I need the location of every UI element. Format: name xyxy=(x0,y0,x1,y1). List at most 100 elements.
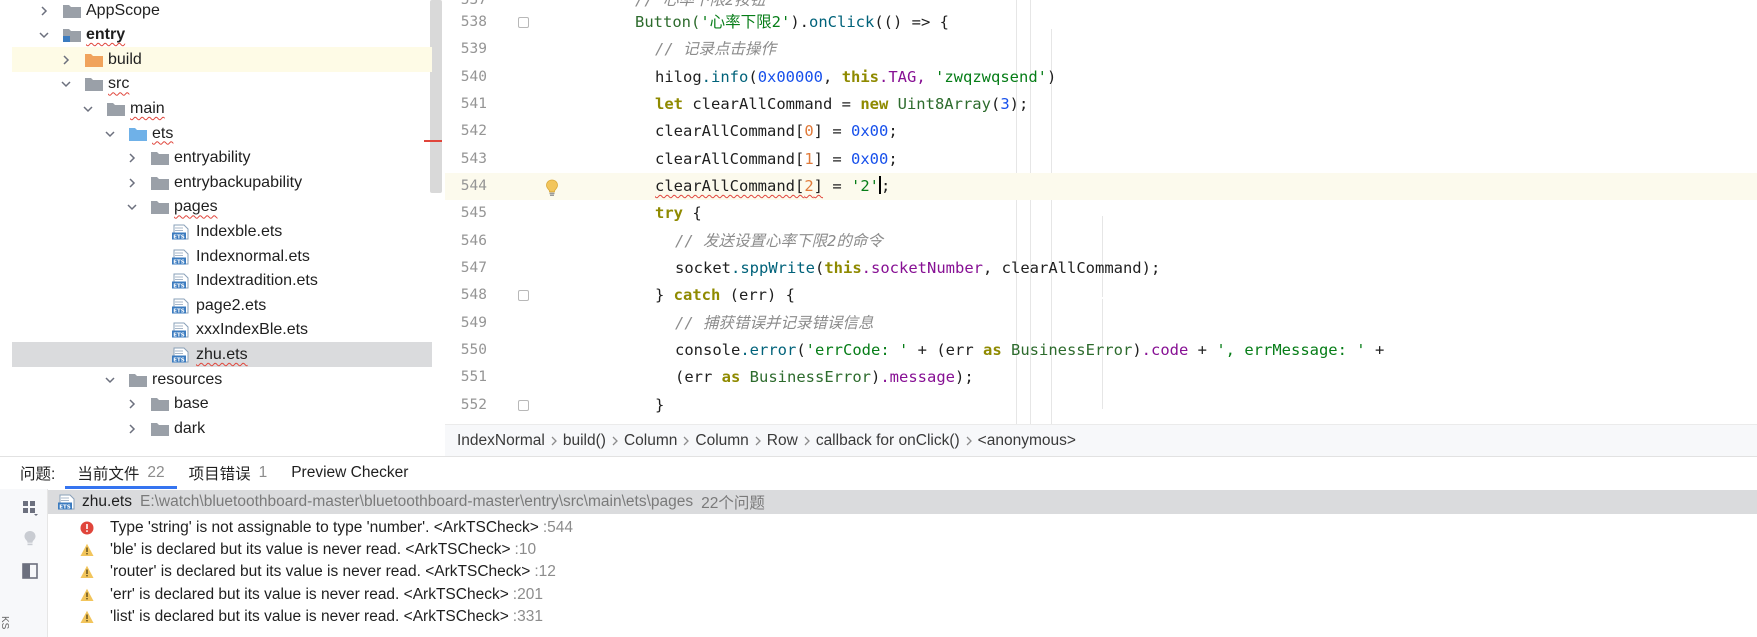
code-text: // 记录点击操作 xyxy=(655,36,776,63)
code-token: (() => { xyxy=(874,13,949,31)
code-function: onClick xyxy=(809,13,875,31)
tree-item-ets[interactable]: ets xyxy=(12,121,432,146)
tab-preview-checker[interactable]: Preview Checker xyxy=(279,457,420,489)
chevron-right-icon[interactable] xyxy=(124,175,140,191)
tree-item-dark[interactable]: dark xyxy=(12,416,432,441)
tree-item-label: src xyxy=(108,75,130,93)
code-line-current: 544 clearAllCommand[2] = '2'; xyxy=(445,173,1757,200)
chevron-down-icon[interactable] xyxy=(124,199,140,215)
chevron-down-icon[interactable] xyxy=(36,27,52,43)
group-by-icon[interactable] xyxy=(20,497,40,517)
lightbulb-icon[interactable] xyxy=(20,529,40,549)
code-text: clearAllCommand[2] = '2'; xyxy=(655,173,890,200)
code-token: { xyxy=(683,204,702,222)
code-text: clearAllCommand[0] = 0x00; xyxy=(655,118,898,145)
tree-item-label: Indexble.ets xyxy=(196,222,283,240)
preview-pane-icon[interactable] xyxy=(20,561,40,581)
chevron-down-icon[interactable] xyxy=(102,372,118,388)
code-token: = xyxy=(823,177,852,195)
tree-item-label: Indexnormal.ets xyxy=(196,247,310,265)
code-line: 548 } catch (err) { xyxy=(445,282,1757,309)
breadcrumb-item[interactable]: Column xyxy=(624,432,677,450)
tree-item-xxxindexble-ets[interactable]: ETS xxxIndexBle.ets xyxy=(12,318,432,343)
chevron-right-icon[interactable] xyxy=(124,396,140,412)
line-number: 550 xyxy=(460,342,487,358)
tab-current-file[interactable]: 当前文件 22 xyxy=(65,457,177,489)
chevron-right-icon[interactable] xyxy=(124,150,140,166)
line-number: 549 xyxy=(460,315,487,331)
problems-file-group[interactable]: ETS zhu.ets E:\watch\bluetoothboard-mast… xyxy=(48,490,1757,514)
chevron-right-icon[interactable] xyxy=(58,52,74,68)
code-line: 550 console.error('errCode: ' + (err as … xyxy=(445,337,1757,364)
code-token: ( xyxy=(796,341,806,359)
code-token: ; xyxy=(881,177,891,195)
chevron-down-icon[interactable] xyxy=(58,76,74,92)
tree-item-label: xxxIndexBle.ets xyxy=(196,321,309,339)
tree-item-resources[interactable]: resources xyxy=(12,367,432,392)
tree-item-entry[interactable]: entry xyxy=(12,23,432,48)
tree-item-label: resources xyxy=(152,370,223,388)
problem-line-ref: :201 xyxy=(512,585,543,603)
chevron-right-icon xyxy=(798,436,816,446)
chevron-right-icon xyxy=(606,436,624,446)
code-line: 541 let clearAllCommand = new Uint8Array… xyxy=(445,91,1757,118)
problem-item[interactable]: 'router' is declared but its value is ne… xyxy=(80,560,556,585)
tree-item-indexble-ets[interactable]: ETS Indexble.ets xyxy=(12,219,432,244)
tree-item-base[interactable]: base xyxy=(12,392,432,417)
code-number: 0 xyxy=(804,122,814,140)
tree-item-page2-ets[interactable]: ETS page2.ets xyxy=(12,293,432,318)
tree-item-main[interactable]: main xyxy=(12,96,432,121)
folder-icon xyxy=(150,150,170,166)
fold-marker-icon[interactable] xyxy=(518,290,529,301)
chevron-right-icon xyxy=(677,436,695,446)
code-property: .message xyxy=(880,368,955,386)
problem-item[interactable]: 'list' is declared but its value is neve… xyxy=(80,605,543,630)
tree-item-pages[interactable]: pages xyxy=(12,195,432,220)
code-number: 0x00 xyxy=(851,122,889,140)
code-text: } xyxy=(655,392,664,419)
fold-marker-icon[interactable] xyxy=(518,400,529,411)
problem-message: Type 'string' is not assignable to type … xyxy=(110,518,539,536)
code-keyword: let xyxy=(655,95,683,113)
breadcrumb-item[interactable]: build() xyxy=(563,432,606,450)
chevron-down-icon[interactable] xyxy=(80,101,96,117)
breadcrumb: IndexNormal build() Column Column Row callbac… xyxy=(445,424,1757,456)
folder-icon xyxy=(62,3,82,19)
tree-item-label: entrybackupability xyxy=(174,173,303,191)
breadcrumb-item[interactable]: Row xyxy=(767,432,798,450)
code-keyword: new xyxy=(860,95,889,113)
tab-project-errors[interactable]: 项目错误 1 xyxy=(177,457,280,489)
tree-item-src[interactable]: src xyxy=(12,72,432,97)
code-editor[interactable]: 537 // 心率下限2按钮 538 Button('心率下限2').onCli… xyxy=(445,0,1757,424)
breadcrumb-item[interactable]: callback for onClick() xyxy=(816,432,960,450)
tree-item-indextradition-ets[interactable]: ETS Indextradition.ets xyxy=(12,269,432,294)
tree-item-label: base xyxy=(174,395,209,413)
lightbulb-icon[interactable] xyxy=(544,179,560,197)
tree-item-build[interactable]: build xyxy=(12,47,432,73)
tree-item-indexnormal-ets[interactable]: ETS Indexnormal.ets xyxy=(12,244,432,269)
code-token: ; xyxy=(888,150,898,168)
tree-item-entrybackupability[interactable]: entrybackupability xyxy=(12,170,432,195)
code-text: Button('心率下限2').onClick(() => { xyxy=(635,9,949,36)
breadcrumb-item[interactable]: Column xyxy=(695,432,748,450)
chevron-right-icon[interactable] xyxy=(124,421,140,437)
chevron-right-icon[interactable] xyxy=(36,3,52,19)
problem-item[interactable]: 'ble' is declared but its value is never… xyxy=(80,537,536,562)
breadcrumb-item[interactable]: IndexNormal xyxy=(457,432,545,450)
code-line: 545 try { xyxy=(445,200,1757,227)
code-token: clearAllCommand xyxy=(655,122,795,140)
line-number: 547 xyxy=(460,260,487,276)
problem-item[interactable]: Type 'string' is not assignable to type … xyxy=(80,515,573,540)
fold-marker-icon[interactable] xyxy=(518,17,529,28)
tree-item-zhu-ets[interactable]: ETS zhu.ets xyxy=(12,342,432,368)
code-token: (err xyxy=(675,368,722,386)
chevron-down-icon[interactable] xyxy=(102,126,118,142)
breadcrumb-item[interactable]: <anonymous> xyxy=(978,432,1076,450)
tree-item-entryability[interactable]: entryability xyxy=(12,146,432,171)
problem-item[interactable]: 'err' is declared but its value is never… xyxy=(80,582,543,607)
tree-item-appscope[interactable]: AppScope xyxy=(12,0,432,23)
warning-icon xyxy=(80,543,102,557)
